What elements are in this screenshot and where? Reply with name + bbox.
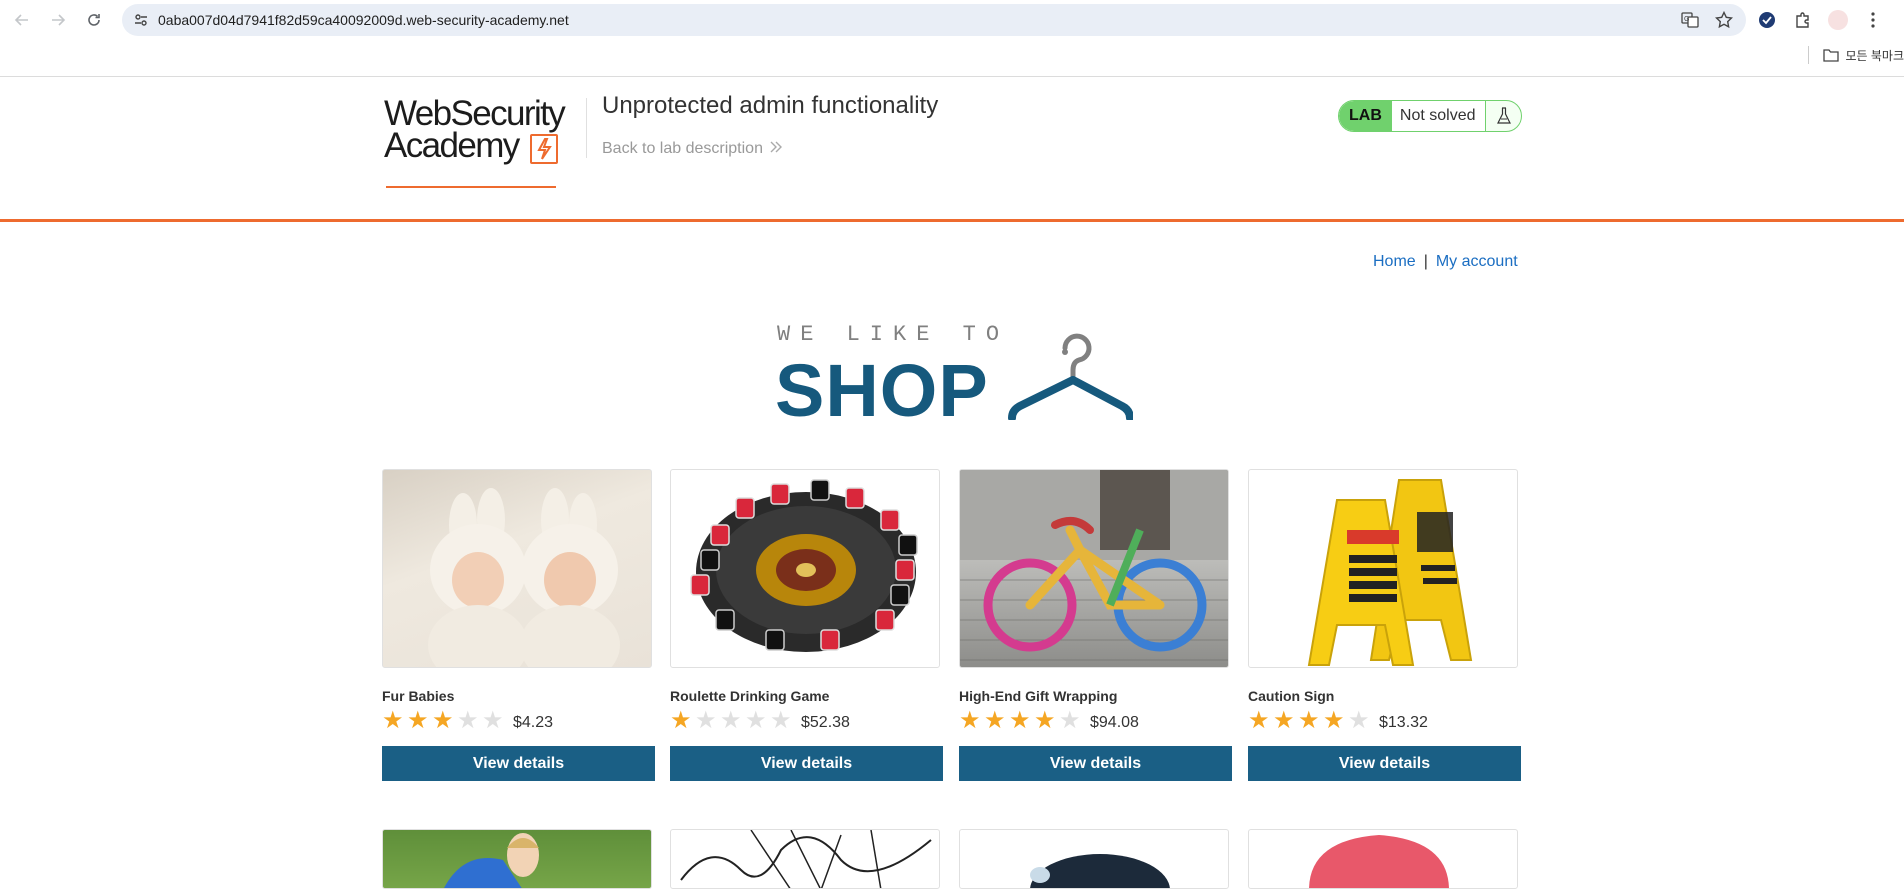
product-image[interactable] bbox=[1248, 829, 1518, 889]
back-arrow-icon[interactable] bbox=[8, 6, 36, 34]
web-security-academy-logo[interactable]: WebSecurity Academy bbox=[384, 96, 580, 188]
star-icon: ★ bbox=[984, 707, 1006, 734]
star-icon: ★ bbox=[482, 707, 504, 734]
product-card: Roulette Drinking Game ★ ★ ★ ★ ★ $52.38 View… bbox=[670, 469, 943, 781]
star-icon: ★ bbox=[1059, 707, 1081, 734]
star-icon: ★ bbox=[1009, 707, 1031, 734]
star-icon: ★ bbox=[959, 707, 981, 734]
profile-avatar-icon[interactable] bbox=[1828, 10, 1848, 30]
extension-check-icon[interactable] bbox=[1756, 9, 1778, 31]
product-card: High-End Gift Wrapping ★ ★ ★ ★ ★ $94.08 View… bbox=[959, 469, 1232, 781]
my-account-link[interactable]: My account bbox=[1436, 253, 1518, 270]
product-price: $13.32 bbox=[1379, 714, 1428, 731]
bookmark-star-icon[interactable] bbox=[1714, 10, 1734, 30]
banner-title: SHOP bbox=[775, 349, 989, 432]
browser-chrome: 0aba007d04d7941f82d59ca40092009d.web-sec… bbox=[0, 0, 1904, 77]
product-price: $94.08 bbox=[1090, 714, 1139, 731]
bookmarks-bar: 모든 북마크 bbox=[1808, 46, 1904, 64]
product-image[interactable] bbox=[670, 829, 940, 889]
star-rating: ★ ★ ★ ★ ★ $94.08 bbox=[959, 708, 1229, 734]
lab-status-widget: LAB Not solved bbox=[1338, 100, 1522, 132]
lab-status-text: Not solved bbox=[1391, 101, 1485, 131]
view-details-button[interactable]: View details bbox=[1248, 746, 1521, 781]
product-image[interactable] bbox=[382, 469, 652, 668]
star-icon: ★ bbox=[670, 707, 692, 734]
nav-separator: | bbox=[1423, 253, 1428, 270]
product-card: Caution Sign ★ ★ ★ ★ ★ $13.32 View details bbox=[1248, 469, 1521, 781]
product-name: Fur Babies bbox=[382, 688, 455, 704]
star-icon: ★ bbox=[770, 707, 792, 734]
extensions-puzzle-icon[interactable] bbox=[1792, 9, 1814, 31]
all-bookmarks-label[interactable]: 모든 북마크 bbox=[1845, 47, 1904, 64]
back-to-lab-description-link[interactable]: Back to lab description bbox=[602, 140, 783, 158]
shop-banner: WE LIKE TO SHOP bbox=[775, 322, 1134, 432]
star-rating: ★ ★ ★ ★ ★ $13.32 bbox=[1248, 708, 1518, 734]
extensions-area bbox=[1756, 9, 1884, 31]
bookmarks-divider bbox=[1808, 46, 1810, 64]
view-details-button[interactable]: View details bbox=[382, 746, 655, 781]
banner-tagline: WE LIKE TO bbox=[777, 322, 1010, 347]
svg-text:G: G bbox=[1684, 16, 1689, 23]
star-icon: ★ bbox=[745, 707, 767, 734]
star-icon: ★ bbox=[1298, 707, 1320, 734]
star-icon: ★ bbox=[1323, 707, 1345, 734]
logo-underline bbox=[386, 186, 556, 188]
view-details-button[interactable]: View details bbox=[959, 746, 1232, 781]
logo-bolt-icon bbox=[530, 134, 558, 164]
star-icon: ★ bbox=[695, 707, 717, 734]
site-info-icon[interactable] bbox=[132, 11, 150, 29]
lab-header: WebSecurity Academy Unprotected admin fu… bbox=[0, 78, 1904, 222]
star-icon: ★ bbox=[1034, 707, 1056, 734]
translate-icon[interactable]: G bbox=[1680, 10, 1700, 30]
product-image[interactable] bbox=[1248, 469, 1518, 668]
star-icon: ★ bbox=[432, 707, 454, 734]
star-icon: ★ bbox=[1348, 707, 1370, 734]
product-name: Roulette Drinking Game bbox=[670, 688, 830, 704]
product-name: Caution Sign bbox=[1248, 688, 1335, 704]
product-card: Fur Babies ★ ★ ★ ★ ★ $4.23 View details bbox=[382, 469, 655, 781]
product-price: $52.38 bbox=[801, 714, 850, 731]
lab-title: Unprotected admin functionality bbox=[602, 92, 939, 119]
lab-status-tag: LAB bbox=[1339, 101, 1392, 131]
coat-hanger-icon bbox=[1008, 324, 1134, 425]
view-details-button[interactable]: View details bbox=[670, 746, 943, 781]
menu-dots-icon[interactable] bbox=[1862, 9, 1884, 31]
forward-arrow-icon[interactable] bbox=[44, 6, 72, 34]
star-icon: ★ bbox=[1273, 707, 1295, 734]
reload-icon[interactable] bbox=[80, 6, 108, 34]
product-image[interactable] bbox=[670, 469, 940, 668]
folder-icon[interactable] bbox=[1823, 48, 1840, 62]
product-image[interactable] bbox=[382, 829, 652, 889]
header-divider bbox=[586, 98, 587, 158]
star-icon: ★ bbox=[382, 707, 404, 734]
address-bar[interactable]: 0aba007d04d7941f82d59ca40092009d.web-sec… bbox=[122, 4, 1746, 36]
product-image[interactable] bbox=[959, 469, 1229, 668]
product-price: $4.23 bbox=[513, 714, 554, 731]
star-rating: ★ ★ ★ ★ ★ $52.38 bbox=[670, 708, 940, 734]
star-icon: ★ bbox=[720, 707, 742, 734]
flask-icon[interactable] bbox=[1485, 101, 1521, 131]
home-link[interactable]: Home bbox=[1373, 253, 1416, 270]
star-rating: ★ ★ ★ ★ ★ $4.23 bbox=[382, 708, 652, 734]
shop-nav: Home | My account bbox=[1373, 253, 1518, 271]
back-link-label[interactable]: Back to lab description bbox=[602, 140, 763, 158]
star-icon: ★ bbox=[457, 707, 479, 734]
star-icon: ★ bbox=[407, 707, 429, 734]
product-image[interactable] bbox=[959, 829, 1229, 889]
product-name: High-End Gift Wrapping bbox=[959, 688, 1118, 704]
browser-toolbar: 0aba007d04d7941f82d59ca40092009d.web-sec… bbox=[0, 0, 1904, 40]
star-icon: ★ bbox=[1248, 707, 1270, 734]
url-text[interactable]: 0aba007d04d7941f82d59ca40092009d.web-sec… bbox=[158, 12, 569, 28]
double-chevron-right-icon bbox=[769, 140, 783, 158]
